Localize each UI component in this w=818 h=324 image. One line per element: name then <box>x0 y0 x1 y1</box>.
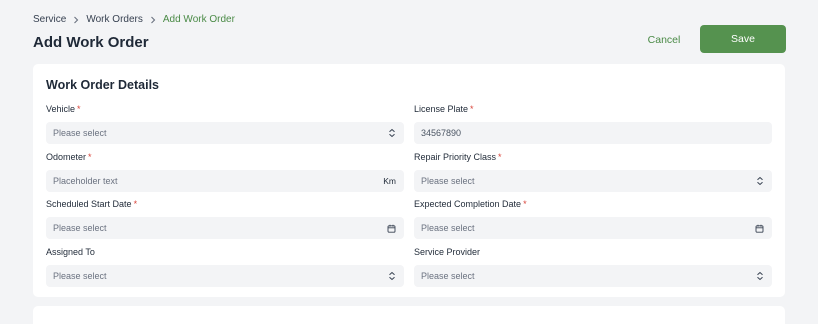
vehicle-label: Vehicle <box>46 104 76 114</box>
work-order-details-card: Work Order Details Vehicle * Please selec… <box>33 64 785 297</box>
required-marker: * <box>498 152 502 162</box>
repair-priority-placeholder: Please select <box>421 176 475 186</box>
license-plate-value: 34567890 <box>421 128 462 138</box>
scheduled-start-date-picker[interactable]: Please select <box>46 217 404 239</box>
assigned-to-label: Assigned To <box>46 247 95 257</box>
scheduled-start-label: Scheduled Start Date <box>46 199 132 209</box>
save-button[interactable]: Save <box>700 25 786 53</box>
odometer-field: Odometer * Placeholder text Km <box>46 151 404 192</box>
vehicle-field: Vehicle * Please select <box>46 103 404 144</box>
required-marker: * <box>88 152 92 162</box>
repair-priority-label: Repair Priority Class <box>414 152 497 162</box>
chevron-updown-icon <box>388 271 396 281</box>
chevron-updown-icon <box>756 176 764 186</box>
breadcrumb-work-orders[interactable]: Work Orders <box>86 14 143 25</box>
required-marker: * <box>523 199 527 209</box>
assigned-to-field: Assigned To Please select <box>46 246 404 287</box>
license-plate-input[interactable]: 34567890 <box>414 122 772 144</box>
license-plate-label: License Plate <box>414 104 469 114</box>
section-title: Work Order Details <box>46 78 160 92</box>
repair-priority-field: Repair Priority Class * Please select <box>414 151 772 192</box>
chevron-updown-icon <box>756 271 764 281</box>
chevron-right-icon <box>72 16 80 24</box>
chevron-right-icon <box>149 16 157 24</box>
odometer-placeholder: Placeholder text <box>53 176 118 186</box>
assigned-to-placeholder: Please select <box>53 271 107 281</box>
next-section-card <box>33 306 785 324</box>
repair-priority-select[interactable]: Please select <box>414 170 772 192</box>
service-provider-select[interactable]: Please select <box>414 265 772 287</box>
odometer-input[interactable]: Placeholder text Km <box>46 170 404 192</box>
required-marker: * <box>77 104 81 114</box>
scheduled-start-placeholder: Please select <box>53 223 107 233</box>
required-marker: * <box>133 199 138 209</box>
calendar-icon[interactable] <box>755 224 764 233</box>
scheduled-start-field: Scheduled Start Date * Please select <box>46 198 404 239</box>
vehicle-select[interactable]: Please select <box>46 122 404 144</box>
service-provider-label: Service Provider <box>414 247 481 257</box>
odometer-unit: Km <box>383 176 396 186</box>
breadcrumb: Service Work Orders Add Work Order <box>33 14 235 25</box>
breadcrumb-service[interactable]: Service <box>33 14 66 25</box>
cancel-button[interactable]: Cancel <box>636 28 692 52</box>
service-provider-field: Service Provider Please select <box>414 246 772 287</box>
expected-completion-date-picker[interactable]: Please select <box>414 217 772 239</box>
page-title: Add Work Order <box>33 34 149 51</box>
service-provider-placeholder: Please select <box>421 271 475 281</box>
expected-completion-field: Expected Completion Date * Please select <box>414 198 772 239</box>
calendar-icon[interactable] <box>387 224 396 233</box>
license-plate-field: License Plate * 34567890 <box>414 103 772 144</box>
odometer-label: Odometer <box>46 152 87 162</box>
expected-completion-label: Expected Completion Date <box>414 199 522 209</box>
required-marker: * <box>470 104 474 114</box>
vehicle-placeholder: Please select <box>53 128 107 138</box>
expected-completion-placeholder: Please select <box>421 223 475 233</box>
breadcrumb-add-work-order: Add Work Order <box>162 14 235 25</box>
chevron-updown-icon <box>388 128 396 138</box>
assigned-to-select[interactable]: Please select <box>46 265 404 287</box>
